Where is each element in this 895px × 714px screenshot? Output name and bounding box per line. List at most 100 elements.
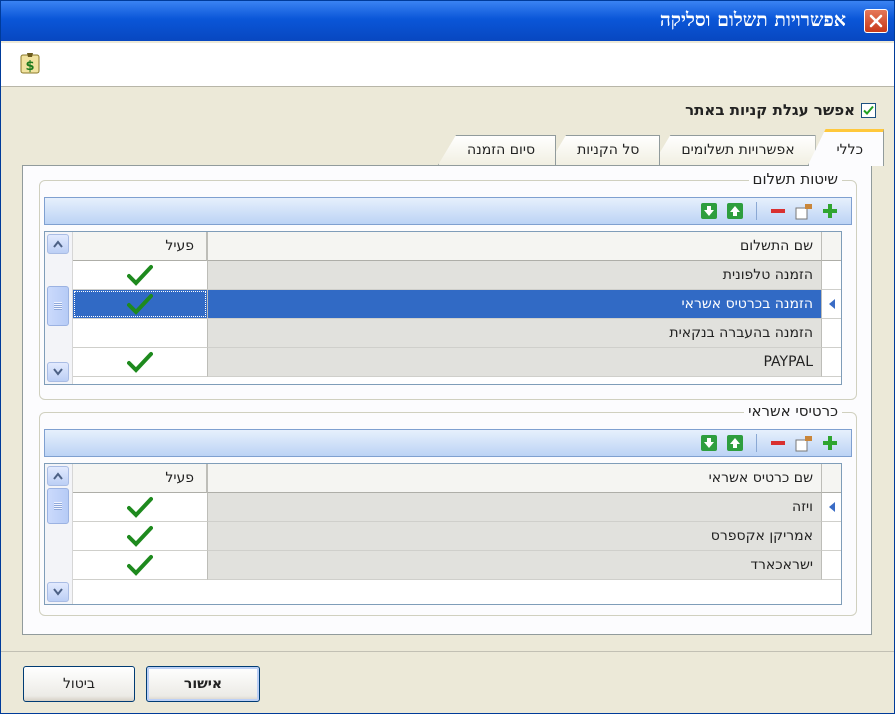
active-cell[interactable] xyxy=(73,290,207,319)
dialog-footer: אישור ביטול xyxy=(1,651,894,713)
active-cell[interactable] xyxy=(73,551,207,580)
payment-name-cell[interactable]: הזמנה בהעברה בנקאית xyxy=(207,319,821,348)
tab-strip: כללי אפשרויות תשלומים סל הקניות סיום הזמ… xyxy=(438,129,884,166)
money-bag-icon: $ xyxy=(20,53,40,74)
active-cell[interactable] xyxy=(73,493,207,522)
green-check-icon xyxy=(127,265,153,286)
dialog-window: אפשרויות תשלום וסליקה $ אפשר עגלת קניות … xyxy=(0,0,895,714)
arrow-down-icon xyxy=(701,435,717,451)
tab-payment-options-label: אפשרויות תשלומים xyxy=(681,142,795,158)
credit-cards-group: כרטיסי אשראי פעיל שם כרטיס אשראי ויזה אמ… xyxy=(39,402,857,616)
tab-shopping-cart[interactable]: סל הקניות xyxy=(548,135,661,165)
tab-order-completion[interactable]: סיום הזמנה xyxy=(438,135,557,165)
close-icon xyxy=(869,14,883,28)
tab-shopping-cart-label: סל הקניות xyxy=(577,142,640,158)
move-down-card-button[interactable] xyxy=(698,432,720,454)
column-header-name[interactable]: שם כרטיס אשראי xyxy=(207,464,821,493)
table-row[interactable]: הזמנה בהעברה בנקאית xyxy=(45,319,841,348)
table-row-selected[interactable]: הזמנה בכרטיס אשראי xyxy=(45,290,841,319)
payment-methods-group: שיטות תשלום פעיל שם התשלום הזמנה טלפונית… xyxy=(39,170,857,400)
row-selector[interactable] xyxy=(821,319,841,348)
grid-header-row: פעיל שם כרטיס אשראי xyxy=(45,464,841,493)
row-pointer-icon xyxy=(828,299,835,309)
svg-text:$: $ xyxy=(25,59,34,74)
grid-header-row: פעיל שם התשלום xyxy=(45,232,841,261)
payment-name-cell[interactable]: הזמנה בכרטיס אשראי xyxy=(207,290,821,319)
tab-payment-options[interactable]: אפשרויות תשלומים xyxy=(652,135,816,165)
edit-icon xyxy=(795,436,812,452)
column-header-name[interactable]: שם התשלום xyxy=(207,232,821,261)
active-cell[interactable] xyxy=(73,522,207,551)
minus-icon xyxy=(771,209,785,213)
tab-general-label: כללי xyxy=(836,142,863,158)
column-header-active[interactable]: פעיל xyxy=(73,464,207,493)
row-selector[interactable] xyxy=(821,522,841,551)
payment-methods-legend: שיטות תשלום xyxy=(748,170,842,188)
table-row[interactable]: PAYPAL xyxy=(45,348,841,377)
move-up-card-button[interactable] xyxy=(724,432,746,454)
ok-button[interactable]: אישור xyxy=(146,666,260,702)
row-selector-header xyxy=(821,464,841,493)
arrow-up-icon xyxy=(727,203,743,219)
add-payment-button[interactable] xyxy=(819,200,841,222)
active-cell[interactable] xyxy=(73,348,207,377)
close-button[interactable] xyxy=(864,9,888,33)
row-selector[interactable] xyxy=(821,261,841,290)
green-check-icon xyxy=(127,497,153,518)
move-up-payment-button[interactable] xyxy=(724,200,746,222)
card-name-cell[interactable]: אמריקן אקספרס xyxy=(207,522,821,551)
active-cell[interactable] xyxy=(73,319,207,348)
column-header-active[interactable]: פעיל xyxy=(73,232,207,261)
tab-order-completion-label: סיום הזמנה xyxy=(467,142,536,158)
row-selector[interactable] xyxy=(821,551,841,580)
row-selector[interactable] xyxy=(821,493,841,522)
active-cell[interactable] xyxy=(73,261,207,290)
tab-panel-general: שיטות תשלום פעיל שם התשלום הזמנה טלפונית… xyxy=(22,165,872,635)
arrow-down-icon xyxy=(701,203,717,219)
title-bar[interactable]: אפשרויות תשלום וסליקה xyxy=(1,1,894,41)
scroll-down-button[interactable] xyxy=(47,582,69,602)
green-check-icon xyxy=(127,294,153,315)
payment-name-cell[interactable]: הזמנה טלפונית xyxy=(207,261,821,290)
tab-general[interactable]: כללי xyxy=(807,129,884,166)
plus-icon xyxy=(823,204,837,218)
payment-methods-toolbar xyxy=(44,197,852,225)
enable-cart-label: אפשר עגלת קניות באתר xyxy=(685,101,855,119)
card-name-cell[interactable]: ישראכארד xyxy=(207,551,821,580)
toolbar-separator xyxy=(756,202,757,220)
checkmark-icon xyxy=(863,105,874,115)
enable-cart-row[interactable]: אפשר עגלת קניות באתר xyxy=(685,101,876,119)
table-row[interactable]: אמריקן אקספרס xyxy=(45,522,841,551)
table-row[interactable]: הזמנה טלפונית xyxy=(45,261,841,290)
plus-icon xyxy=(823,436,837,450)
card-name-cell[interactable]: ויזה xyxy=(207,493,821,522)
table-row[interactable]: ישראכארד xyxy=(45,551,841,580)
arrow-up-icon xyxy=(727,435,743,451)
chevron-down-icon xyxy=(53,588,63,596)
row-pointer-icon xyxy=(828,502,835,512)
edit-payment-button[interactable] xyxy=(793,200,815,222)
edit-card-button[interactable] xyxy=(793,432,815,454)
row-selector[interactable] xyxy=(821,290,841,319)
payment-name-cell[interactable]: PAYPAL xyxy=(207,348,821,377)
green-check-icon xyxy=(127,526,153,547)
move-down-payment-button[interactable] xyxy=(698,200,720,222)
table-row[interactable]: ויזה xyxy=(45,493,841,522)
cancel-button[interactable]: ביטול xyxy=(23,666,135,702)
window-title: אפשרויות תשלום וסליקה xyxy=(659,9,846,31)
toolbar-separator xyxy=(756,434,757,452)
green-check-icon xyxy=(127,555,153,576)
delete-payment-button[interactable] xyxy=(767,200,789,222)
green-check-icon xyxy=(127,352,153,373)
credit-cards-grid: פעיל שם כרטיס אשראי ויזה אמריקן אקספרס י xyxy=(44,463,842,605)
row-selector-header xyxy=(821,232,841,261)
delete-card-button[interactable] xyxy=(767,432,789,454)
row-selector[interactable] xyxy=(821,348,841,377)
toolbar-strip: $ xyxy=(1,43,894,87)
credit-cards-toolbar xyxy=(44,429,852,457)
credit-cards-legend: כרטיסי אשראי xyxy=(744,402,842,420)
payment-methods-grid: פעיל שם התשלום הזמנה טלפונית הזמנה בכרטי… xyxy=(44,231,842,385)
enable-cart-checkbox[interactable] xyxy=(861,102,876,118)
add-card-button[interactable] xyxy=(819,432,841,454)
edit-icon xyxy=(795,204,812,220)
